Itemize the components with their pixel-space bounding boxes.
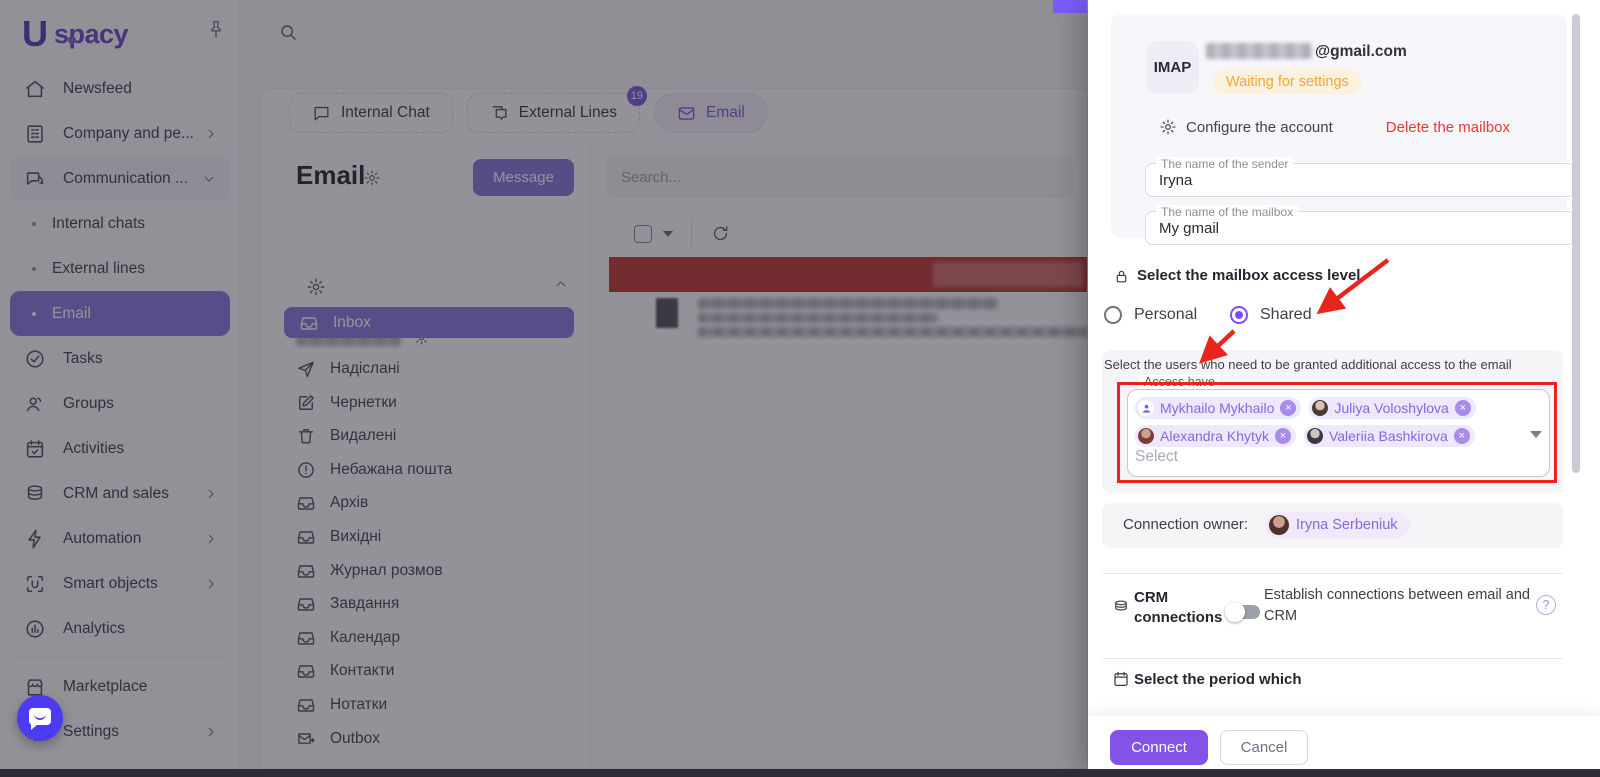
mailbox-settings-drawer: IMAP @gmail.com Waiting for settings Con… bbox=[1088, 0, 1600, 777]
support-chat-fab[interactable] bbox=[17, 695, 63, 741]
remove-user-icon[interactable]: × bbox=[1455, 400, 1471, 416]
radio-circle-checked bbox=[1230, 306, 1248, 324]
crm-connections-title: CRM connections bbox=[1134, 588, 1229, 628]
remove-user-icon[interactable]: × bbox=[1275, 428, 1291, 444]
crm-connections-toggle[interactable] bbox=[1228, 605, 1260, 619]
field-label: The name of the sender bbox=[1156, 157, 1293, 171]
user-chip-name: Juliya Voloshylova bbox=[1334, 400, 1448, 416]
cancel-button[interactable]: Cancel bbox=[1220, 730, 1308, 765]
delete-mailbox-link[interactable]: Delete the mailbox bbox=[1386, 119, 1510, 136]
drawer-footer: Connect Cancel bbox=[1088, 716, 1600, 769]
window-bottom-edge bbox=[0, 769, 1600, 777]
calendar-icon bbox=[1112, 670, 1130, 688]
lock-icon bbox=[1113, 268, 1130, 285]
user-chip: Mykhailo Mykhailo × bbox=[1135, 397, 1301, 419]
divider bbox=[1102, 573, 1563, 574]
sender-name-field[interactable]: The name of the sender Iryna bbox=[1145, 163, 1576, 197]
owner-chip[interactable]: Iryna Serbeniuk bbox=[1265, 512, 1410, 538]
avatar bbox=[1269, 515, 1289, 535]
access-level-title: Select the mailbox access level bbox=[1137, 267, 1360, 284]
dropdown-caret-icon[interactable] bbox=[1530, 431, 1542, 438]
divider bbox=[1102, 658, 1563, 659]
account-header-card: IMAP @gmail.com Waiting for settings Con… bbox=[1111, 14, 1567, 238]
help-icon[interactable]: ? bbox=[1536, 595, 1556, 615]
avatar bbox=[1138, 428, 1154, 444]
field-label: The name of the mailbox bbox=[1156, 205, 1298, 219]
users-access-hint: Select the users who need to be granted … bbox=[1104, 357, 1556, 372]
status-badge: Waiting for settings bbox=[1213, 69, 1362, 94]
mailbox-name-field[interactable]: The name of the mailbox My gmail bbox=[1145, 211, 1576, 245]
person-icon bbox=[1138, 400, 1154, 416]
connect-button[interactable]: Connect bbox=[1110, 730, 1208, 765]
account-email-domain: @gmail.com bbox=[1315, 43, 1407, 61]
toggle-knob bbox=[1225, 602, 1245, 622]
radio-shared[interactable]: Shared bbox=[1230, 306, 1312, 324]
configure-account-link[interactable]: Configure the account bbox=[1186, 119, 1333, 136]
modal-dim-overlay bbox=[0, 0, 1088, 777]
access-have-legend: Access have bbox=[1139, 375, 1220, 389]
radio-label: Personal bbox=[1134, 306, 1197, 324]
user-chip: Alexandra Khytyk × bbox=[1135, 425, 1296, 447]
crm-stack-icon bbox=[1112, 598, 1130, 616]
user-chip-name: Valeriia Bashkirova bbox=[1329, 428, 1448, 444]
user-chip-name: Alexandra Khytyk bbox=[1160, 428, 1269, 444]
crm-connections-description: Establish connections between email and … bbox=[1264, 585, 1546, 627]
user-chip: Juliya Voloshylova × bbox=[1309, 397, 1475, 419]
avatar bbox=[1307, 428, 1323, 444]
selected-users-chips: Mykhailo Mykhailo×Juliya Voloshylova×Ale… bbox=[1135, 397, 1535, 447]
remove-user-icon[interactable]: × bbox=[1454, 428, 1470, 444]
field-value: Iryna bbox=[1159, 172, 1192, 189]
drawer-scrollbar[interactable] bbox=[1572, 14, 1580, 473]
select-placeholder: Select bbox=[1135, 448, 1178, 466]
period-title: Select the period which bbox=[1134, 671, 1302, 688]
uspacy-app: U spacy NewsfeedCompany and pe...Communi… bbox=[0, 0, 1600, 777]
protocol-badge: IMAP bbox=[1146, 41, 1199, 94]
remove-user-icon[interactable]: × bbox=[1280, 400, 1296, 416]
account-name-redacted bbox=[1206, 43, 1312, 59]
user-chip: Valeriia Bashkirova × bbox=[1304, 425, 1475, 447]
field-value: My gmail bbox=[1159, 220, 1219, 237]
gear-icon bbox=[1159, 118, 1177, 136]
user-chip-name: Mykhailo Mykhailo bbox=[1160, 400, 1274, 416]
avatar bbox=[1312, 400, 1328, 416]
hidden-button-edge bbox=[1053, 0, 1087, 13]
chat-bubble-tail bbox=[31, 724, 38, 730]
radio-personal[interactable]: Personal bbox=[1104, 306, 1197, 324]
radio-label: Shared bbox=[1260, 306, 1312, 324]
connection-owner-label: Connection owner: bbox=[1123, 516, 1248, 533]
radio-circle bbox=[1104, 306, 1122, 324]
owner-name: Iryna Serbeniuk bbox=[1296, 517, 1398, 533]
connection-owner-band: Connection owner: Iryna Serbeniuk bbox=[1102, 503, 1563, 548]
